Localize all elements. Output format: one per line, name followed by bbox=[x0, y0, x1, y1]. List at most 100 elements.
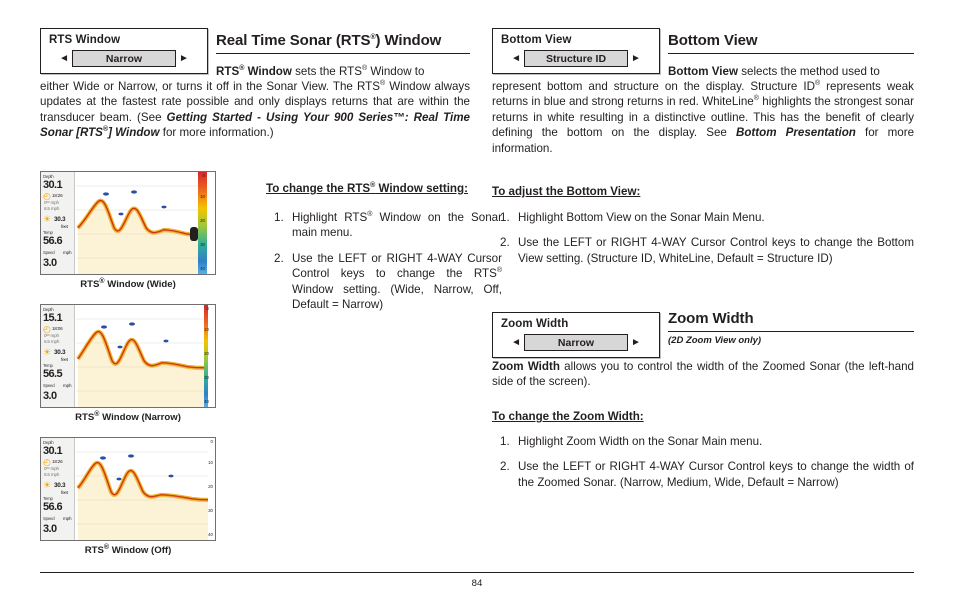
sonar-chart-area: 0 10 20 30 40 bbox=[76, 305, 215, 407]
speed-small-2: 6.5 mph bbox=[44, 339, 60, 344]
left-column: RTS Window ◄ Narrow ► Real Time Sonar (R… bbox=[40, 28, 502, 556]
speed-small-2: 6.5 mph bbox=[44, 206, 60, 211]
bottom-view-paragraph-start: Bottom View selects the method used to bbox=[668, 65, 880, 78]
speed-value: 3.0 bbox=[43, 390, 57, 402]
bottom-view-subhead: To adjust the Bottom View: bbox=[492, 185, 641, 198]
right-arrow-icon[interactable]: ► bbox=[631, 337, 641, 348]
zoom-width-steps-list: 1. Highlight Zoom Width on the Sonar Main… bbox=[492, 434, 914, 490]
rts-steps-list: 1. Highlight RTS® Window on the Sonar mai… bbox=[266, 210, 502, 312]
left-arrow-icon[interactable]: ◄ bbox=[59, 53, 69, 64]
figure-rts-narrow: Depth 15.1 ◴ 18:06 0ᵒᵒ mph 6.5 mph ☀ 30.… bbox=[40, 304, 216, 423]
scale-mark: 30 bbox=[204, 375, 209, 380]
bottom-view-value[interactable]: Structure ID bbox=[524, 50, 628, 67]
figure-caption: RTS® Window (Wide) bbox=[80, 277, 176, 290]
speed-value: 3.0 bbox=[43, 257, 57, 269]
scale-mark: 10 bbox=[200, 194, 205, 199]
scale-mark: 40 bbox=[204, 399, 209, 404]
speed-label: Speed bbox=[43, 383, 55, 388]
speed-label: Speed bbox=[43, 516, 55, 521]
sonar-trace-svg bbox=[76, 305, 215, 407]
speed-small-2: 6.5 mph bbox=[44, 472, 60, 477]
list-item: 1. Highlight RTS® Window on the Sonar mai… bbox=[274, 211, 502, 240]
scale-mark: 30 bbox=[200, 242, 205, 247]
bottom-view-paragraph: represent bottom and structure on the di… bbox=[492, 80, 915, 155]
speed-small-1: 0ᵒᵒ mph bbox=[44, 200, 59, 205]
bottom-view-menu-row[interactable]: ◄ Structure ID ► bbox=[499, 50, 653, 67]
list-item: 1. Highlight Bottom View on the Sonar Mai… bbox=[500, 211, 765, 224]
range-unit: feet bbox=[61, 357, 68, 362]
sun-icon: ☀ bbox=[43, 480, 52, 490]
rts-intro-paragraph: RTS® Window sets the RTS® Window to bbox=[216, 65, 425, 78]
right-arrow-icon[interactable]: ► bbox=[179, 53, 189, 64]
rts-window-value[interactable]: Narrow bbox=[72, 50, 176, 67]
section-heading-bottom-view: Bottom View bbox=[668, 32, 914, 54]
sonar-trace-svg bbox=[76, 172, 215, 274]
depth-value: 30.1 bbox=[43, 445, 63, 457]
bottom-view-menu-title: Bottom View bbox=[501, 34, 572, 46]
time-value: 18:26 bbox=[52, 459, 63, 464]
manual-page: RTS Window ◄ Narrow ► Real Time Sonar (R… bbox=[0, 0, 954, 609]
zoom-width-paragraph: Zoom Width allows you to control the wid… bbox=[492, 360, 914, 389]
list-item: 2. Use the LEFT or RIGHT 4-WAY Cursor Con… bbox=[500, 236, 914, 265]
scale-mark: 20 bbox=[200, 218, 205, 223]
range-top-value: 30.3 bbox=[54, 216, 66, 223]
bottom-view-steps-list: 1. Highlight Bottom View on the Sonar Mai… bbox=[492, 210, 914, 266]
temp-value: 56.5 bbox=[43, 368, 63, 380]
section-heading-zoom-width: Zoom Width bbox=[668, 310, 914, 332]
scale-mark: 10 bbox=[208, 460, 213, 465]
sun-icon: ☀ bbox=[43, 347, 52, 357]
speed-unit: mph bbox=[63, 383, 72, 388]
bottom-view-menu-widget[interactable]: Bottom View ◄ Structure ID ► bbox=[492, 28, 660, 74]
scale-mark: 40 bbox=[208, 532, 213, 537]
range-top-value: 30.3 bbox=[54, 482, 66, 489]
depth-value: 30.1 bbox=[43, 179, 63, 191]
zoom-width-menu-widget[interactable]: Zoom Width ◄ Narrow ► bbox=[492, 312, 660, 358]
zoom-width-menu-title: Zoom Width bbox=[501, 318, 569, 330]
speed-value: 3.0 bbox=[43, 523, 57, 535]
figure-caption: RTS® Window (Off) bbox=[84, 543, 172, 556]
sonar-chart-area: 0 10 20 30 40 bbox=[76, 438, 215, 540]
scale-mark: 0 bbox=[210, 439, 213, 444]
speed-unit: mph bbox=[63, 250, 72, 255]
scale-mark: 0 bbox=[206, 306, 209, 311]
sonar-screenshot-narrow: Depth 15.1 ◴ 18:06 0ᵒᵒ mph 6.5 mph ☀ 30.… bbox=[40, 304, 216, 408]
list-item: 1. Highlight Zoom Width on the Sonar Main… bbox=[500, 435, 763, 448]
speed-label: Speed bbox=[43, 250, 55, 255]
rts-window-menu-title: RTS Window bbox=[49, 34, 121, 46]
left-arrow-icon[interactable]: ◄ bbox=[511, 337, 521, 348]
rts-intro-paragraph-cont: either Wide or Narrow, or turns it off i… bbox=[40, 80, 470, 140]
list-item: 2. Use the LEFT or RIGHT 4-WAY Cursor Con… bbox=[274, 251, 502, 312]
scale-mark: 20 bbox=[208, 484, 213, 489]
zoom-width-subheading: (2D Zoom View only) bbox=[668, 335, 762, 346]
rts-window-menu-widget[interactable]: RTS Window ◄ Narrow ► bbox=[40, 28, 208, 74]
rts-subhead: To change the RTS® Window setting: bbox=[266, 182, 468, 195]
scale-mark: 30 bbox=[208, 508, 213, 513]
temp-value: 56.6 bbox=[43, 501, 63, 513]
speed-small-1: 0ᵒᵒ mph bbox=[44, 466, 59, 471]
figure-rts-off: Depth 30.1 ◴ 18:26 0ᵒᵒ mph 6.5 mph ☀ 30.… bbox=[40, 437, 216, 556]
zoom-width-menu-row[interactable]: ◄ Narrow ► bbox=[499, 334, 653, 351]
right-arrow-icon[interactable]: ► bbox=[631, 53, 641, 64]
figure-rts-wide: Depth 30.1 ◴ 18:26 0ᵒᵒ mph 6.5 mph ☀ 30.… bbox=[40, 171, 216, 290]
section-heading-rts: Real Time Sonar (RTS®) Window bbox=[216, 32, 470, 54]
scale-mark: 10 bbox=[204, 327, 209, 332]
zoom-width-value[interactable]: Narrow bbox=[524, 334, 628, 351]
scale-mark: 20 bbox=[204, 351, 209, 356]
sonar-trace-svg bbox=[76, 438, 215, 540]
sonar-screenshot-off: Depth 30.1 ◴ 18:26 0ᵒᵒ mph 6.5 mph ☀ 30.… bbox=[40, 437, 216, 541]
left-arrow-icon[interactable]: ◄ bbox=[511, 53, 521, 64]
time-value: 18:06 bbox=[52, 326, 63, 331]
zoom-width-subhead: To change the Zoom Width: bbox=[492, 410, 644, 423]
sonar-chart-area: 0 10 20 30 40 bbox=[76, 172, 215, 274]
sonar-screenshot-wide: Depth 30.1 ◴ 18:26 0ᵒᵒ mph 6.5 mph ☀ 30.… bbox=[40, 171, 216, 275]
list-item: 2. Use the LEFT or RIGHT 4-WAY Cursor Con… bbox=[500, 460, 914, 489]
speed-unit: mph bbox=[63, 516, 72, 521]
time-value: 18:26 bbox=[52, 193, 63, 198]
speed-small-1: 0ᵒᵒ mph bbox=[44, 333, 59, 338]
range-unit: feet bbox=[61, 224, 68, 229]
scale-mark: 40 bbox=[200, 266, 205, 271]
sun-icon: ☀ bbox=[43, 214, 52, 224]
temp-value: 56.6 bbox=[43, 235, 63, 247]
footer-divider bbox=[40, 572, 914, 573]
rts-window-menu-row[interactable]: ◄ Narrow ► bbox=[47, 50, 201, 67]
